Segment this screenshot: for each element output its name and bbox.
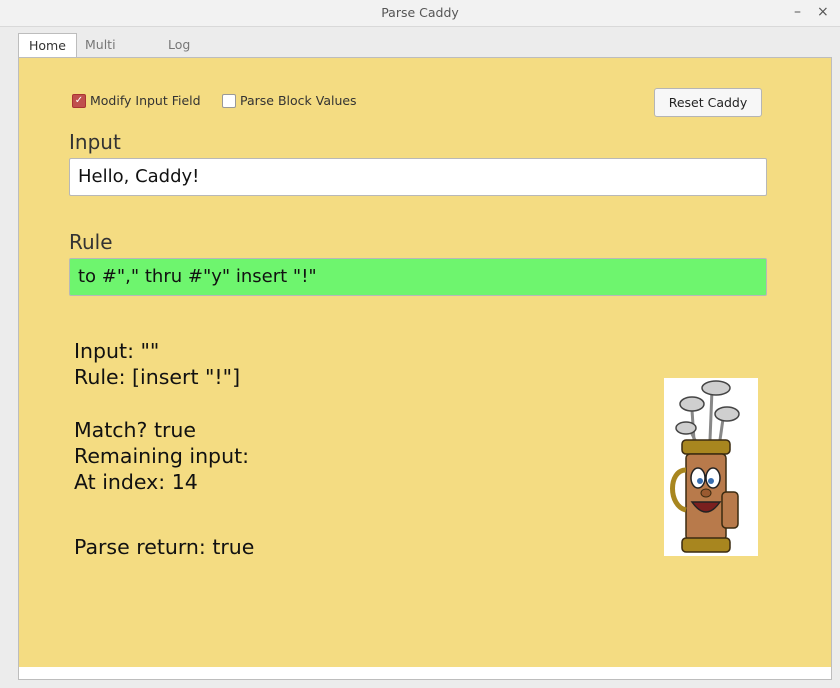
- close-button[interactable]: ×: [817, 4, 829, 20]
- output-remaining-line: Remaining input:: [74, 444, 250, 468]
- tab-log[interactable]: Log: [168, 33, 190, 57]
- caddy-mascot-image: [664, 378, 758, 556]
- output-return-line: Parse return: true: [74, 535, 255, 559]
- title-bar: Parse Caddy – ×: [0, 0, 840, 27]
- tab-home[interactable]: Home: [18, 33, 77, 59]
- modify-input-label: Modify Input Field: [90, 93, 201, 108]
- input-field[interactable]: Hello, Caddy!: [69, 158, 767, 196]
- minimize-button[interactable]: –: [794, 4, 801, 20]
- output-input-line: Input: "": [74, 339, 160, 363]
- output-match-line: Match? true: [74, 418, 197, 442]
- tab-multi-rule[interactable]: Multi Rule: [85, 33, 116, 76]
- checkbox-checked-icon: ✓: [72, 93, 86, 108]
- home-panel: [18, 57, 832, 669]
- rule-label: Rule: [69, 230, 113, 254]
- golf-bag-mascot-icon: [670, 380, 740, 553]
- window-title: Parse Caddy: [381, 5, 459, 20]
- output-index-line: At index: 14: [74, 470, 198, 494]
- checkbox-unchecked-icon: [222, 93, 236, 108]
- status-strip: [18, 667, 832, 680]
- output-rule-line: Rule: [insert "!"]: [74, 365, 241, 389]
- modify-input-checkbox[interactable]: ✓ Modify Input Field: [72, 93, 201, 108]
- rule-field[interactable]: to #"," thru #"y" insert "!": [69, 258, 767, 296]
- parse-block-label: Parse Block Values: [240, 93, 357, 108]
- input-label: Input: [69, 130, 121, 154]
- reset-caddy-button[interactable]: Reset Caddy: [654, 88, 762, 117]
- parse-block-checkbox[interactable]: Parse Block Values: [222, 93, 357, 108]
